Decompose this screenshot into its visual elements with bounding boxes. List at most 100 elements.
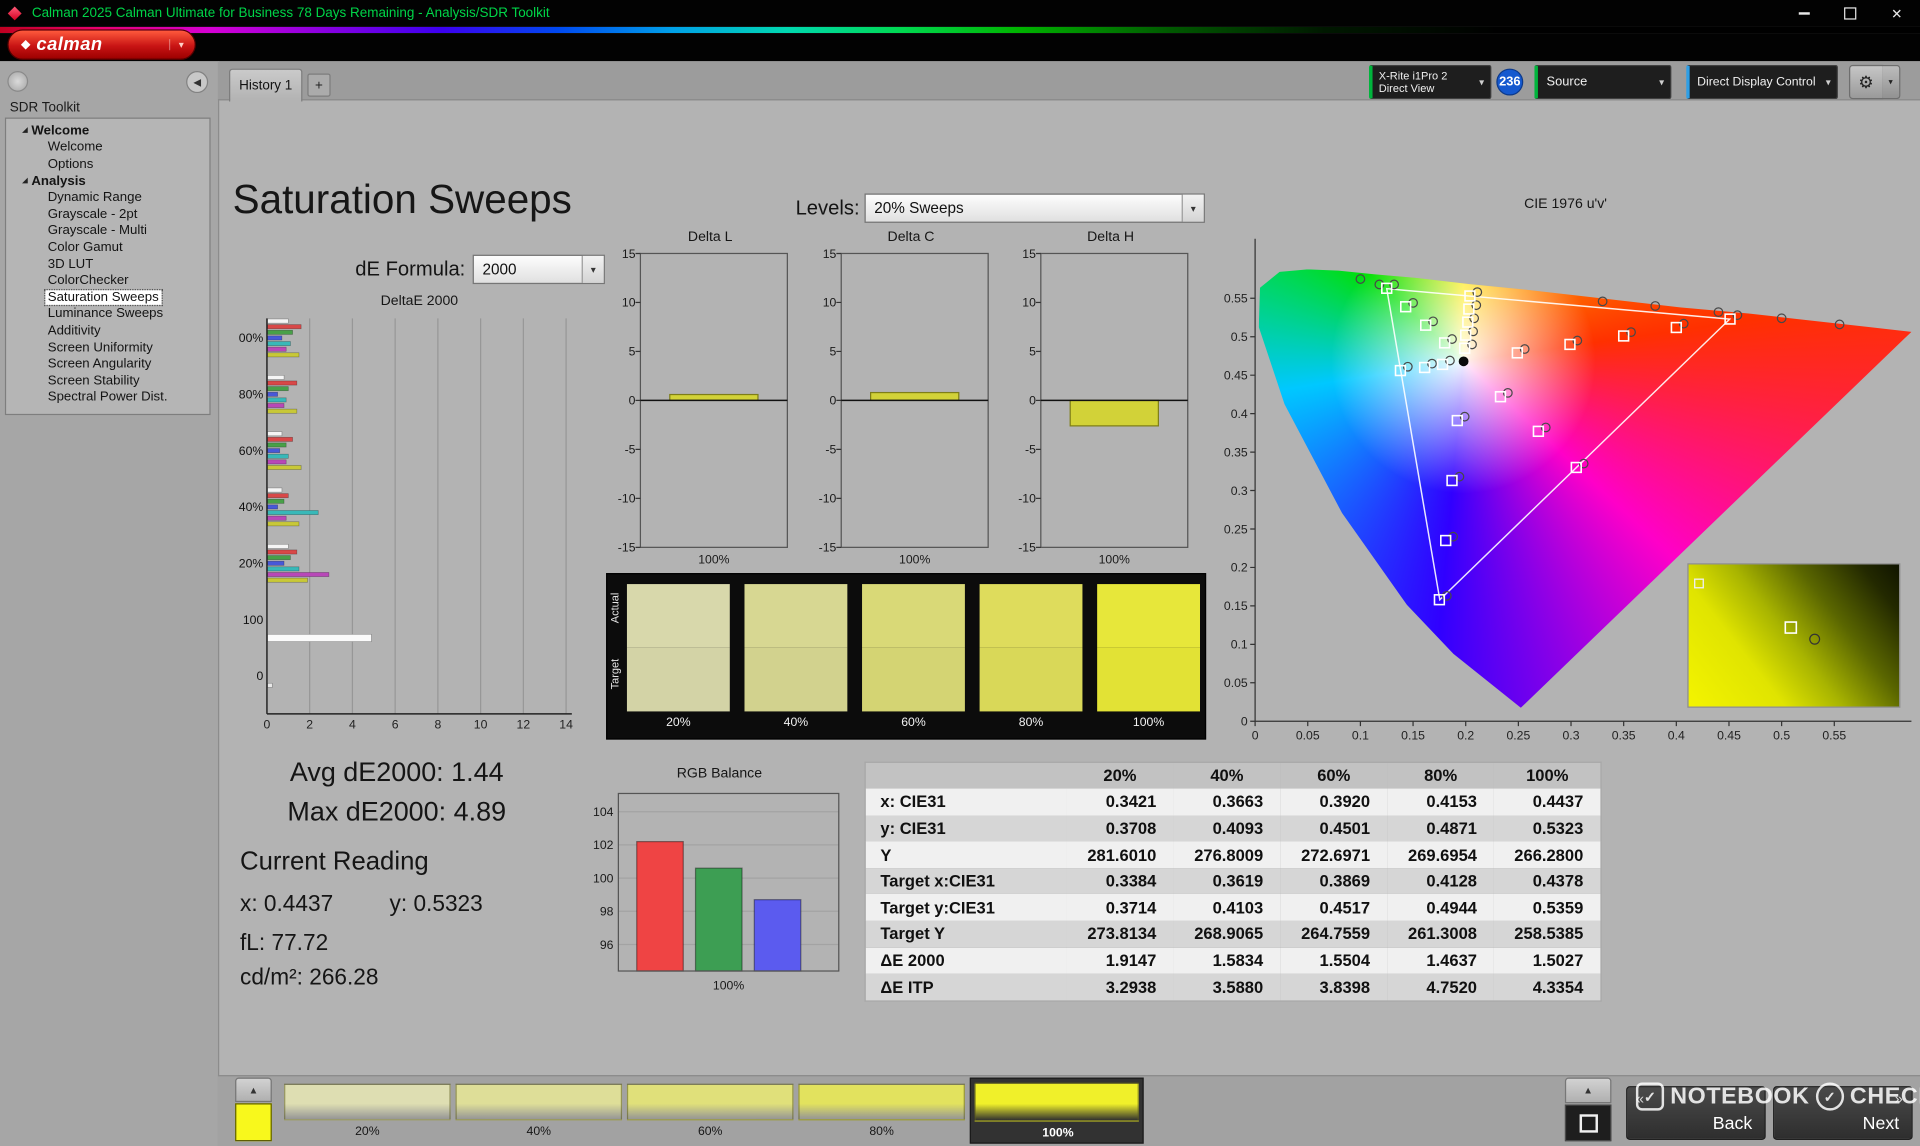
expand-icon[interactable]: ◢ (22, 176, 28, 185)
expand-icon[interactable]: ◢ (22, 126, 28, 135)
level-patch-40[interactable]: 40% (455, 1081, 623, 1140)
cie-plot-overlay: 0 0.05 0.1 0.15 0.2 0.25 0.3 0.35 0.4 0.45 0.5 0.55… (1224, 238, 1912, 743)
source-selector[interactable]: Source ▾ (1534, 64, 1672, 100)
svg-text:5: 5 (830, 345, 837, 359)
next-chevrons-icon: » (1894, 1089, 1903, 1107)
table-cell: 1.9147 (1105, 951, 1157, 970)
sidebar-item-color-gamut[interactable]: Color Gamut (6, 239, 209, 256)
svg-text:10: 10 (1022, 296, 1036, 310)
svg-text:0.05: 0.05 (1296, 729, 1320, 743)
svg-text:100%: 100% (698, 552, 729, 566)
delta-l-plot: 15 10 5 0 -5 -10 -15 100% (618, 247, 788, 566)
chevron-down-icon: ▾ (1659, 76, 1665, 88)
sidebar-item-spectral-power-dist[interactable]: Spectral Power Dist. (6, 389, 209, 406)
table-row: x: CIE31 0.3421 0.3663 0.3920 0.4153 0.4437 (865, 788, 1602, 816)
svg-text:-10: -10 (618, 492, 636, 506)
table-cell: 0.4517 (1319, 898, 1371, 917)
level-patch-100[interactable]: 100% (969, 1077, 1144, 1144)
sidebar-item-screen-angularity[interactable]: Screen Angularity (6, 355, 209, 372)
meter-selector[interactable]: X-Rite i1Pro 2 Direct View ▾ (1368, 64, 1492, 100)
deltae2000-plot: 0 2 4 6 8 10 12 14 100% 80% 60% 40% 20% 100 0 (239, 318, 573, 732)
sidebar-item-analysis[interactable]: ◢ Analysis (6, 172, 209, 189)
sidebar-item-label: Dynamic Range (47, 190, 142, 205)
svg-text:0.55: 0.55 (1224, 292, 1248, 306)
sidebar-item-grayscale-multi[interactable]: Grayscale - Multi (6, 222, 209, 239)
levels-dropdown[interactable]: 20% Sweeps ▾ (864, 193, 1205, 223)
chevron-down-icon: ▾ (1825, 76, 1831, 88)
calman-menu-button[interactable]: ◆ calman ▾ (8, 30, 195, 59)
svg-text:0.35: 0.35 (1612, 729, 1636, 743)
table-cell: 0.4501 (1319, 819, 1371, 838)
de-formula-label: dE Formula: (355, 258, 466, 281)
settings-button[interactable]: ⚙ (1848, 64, 1884, 100)
close-button[interactable]: ✕ (1873, 0, 1920, 27)
level-patch-20[interactable]: 20% (284, 1081, 451, 1140)
sidebar-item-screen-stability[interactable]: Screen Stability (6, 372, 209, 389)
level-patch-80[interactable]: 80% (798, 1081, 965, 1140)
collapse-sidebar-button[interactable]: ◀ (186, 71, 209, 94)
table-row-label: ΔE 2000 (880, 951, 945, 970)
pin-button[interactable] (7, 71, 29, 92)
svg-text:0.1: 0.1 (1352, 729, 1369, 743)
page-title: Saturation Sweeps (232, 176, 572, 222)
maximize-button[interactable] (1827, 0, 1874, 27)
svg-text:0.15: 0.15 (1401, 729, 1425, 743)
svg-text:0.55: 0.55 (1822, 729, 1846, 743)
sidebar-item-welcome[interactable]: Welcome (6, 139, 209, 156)
table-header-cell (865, 762, 1067, 789)
tab-history-1[interactable]: History 1 (228, 68, 303, 102)
svg-text:15: 15 (622, 247, 636, 260)
swatch-column-label: 60% (901, 716, 926, 730)
table-cell: 4.7520 (1426, 977, 1477, 997)
sidebar-item-colorchecker[interactable]: ColorChecker (6, 272, 209, 289)
pattern-popup-button[interactable]: ▲ (235, 1077, 272, 1103)
table-row: ΔE 2000 1.9147 1.5834 1.5504 1.4637 1.5027 (865, 947, 1602, 974)
svg-text:15: 15 (1022, 247, 1036, 260)
minimize-button[interactable] (1780, 0, 1827, 27)
svg-text:0: 0 (264, 718, 271, 732)
display-control-selector[interactable]: Direct Display Control ▾ (1686, 64, 1838, 100)
settings-menu-button[interactable]: ▾ (1882, 64, 1901, 100)
target-swatch (979, 647, 1083, 712)
sidebar-item-welcome[interactable]: ◢ Welcome (6, 122, 209, 139)
table-row-label: ΔE ITP (880, 977, 934, 997)
target-swatch (862, 647, 965, 712)
table-cell: 0.4437 (1532, 792, 1584, 811)
sidebar-item-saturation-sweeps[interactable]: Saturation Sweeps (6, 288, 209, 306)
sidebar-item-grayscale-2pt[interactable]: Grayscale - 2pt (6, 206, 209, 223)
cie-chart-title: CIE 1976 u'v' (1524, 197, 1607, 212)
display-control-label: Direct Display Control (1697, 75, 1816, 89)
sidebar-item-dynamic-range[interactable]: Dynamic Range (6, 189, 209, 206)
svg-text:10: 10 (622, 296, 636, 310)
sidebar-item-options[interactable]: Options (6, 156, 209, 173)
svg-text:14: 14 (559, 718, 573, 732)
next-button[interactable]: » Next (1773, 1086, 1913, 1140)
delta-h-plot: 15 10 5 0 -5 -10 -15 100% (1018, 247, 1189, 566)
target-swatch (1097, 647, 1200, 712)
level-patch-60[interactable]: 60% (626, 1081, 794, 1140)
back-button[interactable]: « Back (1626, 1086, 1766, 1140)
sidebar-item-screen-uniformity[interactable]: Screen Uniformity (6, 339, 209, 356)
current-reading-heading: Current Reading (240, 847, 429, 876)
svg-text:0.35: 0.35 (1224, 445, 1248, 459)
de-formula-dropdown[interactable]: 2000 ▾ (472, 254, 605, 285)
window-controls: ✕ (1780, 0, 1920, 27)
table-cell: 0.3384 (1105, 871, 1157, 891)
sidebar-item-3d-lut[interactable]: 3D LUT (6, 256, 209, 273)
measurement-table: 20% 40% 60% 80% 100% x: CIE31 0.3421 0.3663 0.3… (864, 761, 1602, 1002)
table-row-label: Target y:CIE31 (880, 898, 995, 917)
add-tab-button[interactable]: + (307, 73, 331, 97)
sidebar-item-luminance-sweeps[interactable]: Luminance Sweeps (6, 306, 209, 323)
meter-labels: X-Rite i1Pro 2 Direct View (1379, 69, 1448, 94)
table-cell: 1.5504 (1319, 951, 1371, 970)
table-cell: 258.5385 (1514, 924, 1584, 944)
meter-mode: Direct View (1378, 82, 1435, 95)
svg-text:-15: -15 (1018, 541, 1036, 555)
svg-text:-5: -5 (825, 443, 836, 457)
level-patch-color (974, 1082, 1139, 1122)
sidebar-item-additivity[interactable]: Additivity (6, 322, 209, 339)
table-cell: 0.3619 (1212, 871, 1264, 891)
sidebar-item-label: Screen Angularity (47, 356, 152, 372)
pattern-window-popup-button[interactable]: ▲ (1564, 1077, 1612, 1104)
pattern-window-button[interactable] (1564, 1104, 1612, 1142)
